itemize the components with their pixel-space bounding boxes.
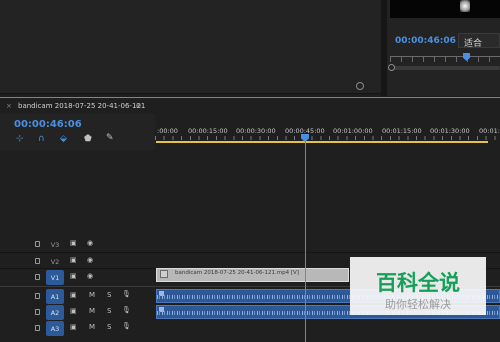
microphone-icon[interactable]: 🎙 xyxy=(122,322,131,330)
ruler-label: 00:00:45:00 xyxy=(285,127,325,135)
sync-lock-icon[interactable]: ▣ xyxy=(70,307,77,315)
microphone-icon[interactable]: 🎙 xyxy=(122,306,131,314)
track-v3: V3 ▣ ◉ xyxy=(0,236,155,253)
panel-menu-icon[interactable]: ≡ xyxy=(135,101,142,110)
sequence-timecode[interactable]: 00:00:46:06 xyxy=(14,119,82,130)
sync-lock-icon[interactable]: ▣ xyxy=(70,291,77,299)
mute-button[interactable]: M xyxy=(89,291,95,299)
ruler-label: 00:01:00:00 xyxy=(333,127,373,135)
sequence-tab[interactable]: bandicam 2018-07-25 20-41-06-121 xyxy=(18,102,145,110)
lock-icon[interactable] xyxy=(35,325,40,331)
program-zoom-scrollbar[interactable] xyxy=(390,66,500,70)
fit-dropdown-label: 适合 xyxy=(464,39,483,49)
eye-icon[interactable]: ◉ xyxy=(87,272,93,280)
linked-selection-icon[interactable]: ∩ xyxy=(38,134,45,144)
sync-lock-icon[interactable]: ▣ xyxy=(70,323,77,331)
video-clip-label: bandicam 2018-07-25 20-41-06-121.mp4 [V] xyxy=(175,270,299,276)
watermark-subtitle: 助你轻松解决 xyxy=(385,298,451,311)
fx-badge-icon xyxy=(160,270,168,278)
lock-icon[interactable] xyxy=(35,241,40,247)
wrench-icon[interactable]: ✎ xyxy=(106,133,114,143)
track-label[interactable]: V1 xyxy=(46,270,64,285)
track-label[interactable]: A2 xyxy=(46,305,64,320)
track-label[interactable]: V3 xyxy=(46,237,64,252)
program-ruler-ticks xyxy=(390,57,500,62)
track-label[interactable]: V2 xyxy=(46,254,64,269)
source-panel xyxy=(0,0,381,94)
solo-button[interactable]: S xyxy=(107,323,111,331)
snap-icon[interactable]: ⊹ xyxy=(16,134,24,144)
ruler-label: 00:01:30:00 xyxy=(430,127,470,135)
track-a1: A1 ▣ M S 🎙 xyxy=(0,288,155,304)
settings-icon[interactable] xyxy=(356,82,364,90)
solo-button[interactable]: S xyxy=(107,307,111,315)
eye-icon[interactable]: ◉ xyxy=(87,256,93,264)
lock-icon[interactable] xyxy=(35,274,40,280)
watermark-title: 百科全说 xyxy=(376,271,460,295)
program-timecode[interactable]: 00:00:46:06 xyxy=(395,36,456,46)
marker-icon[interactable]: ⬟ xyxy=(84,134,92,144)
sync-lock-icon[interactable]: ▣ xyxy=(70,272,77,280)
playhead-line[interactable] xyxy=(305,141,306,342)
track-label[interactable]: A1 xyxy=(46,289,64,304)
mute-button[interactable]: M xyxy=(89,323,95,331)
close-tab-icon[interactable]: × xyxy=(6,102,12,110)
sync-lock-icon[interactable]: ▣ xyxy=(70,256,77,264)
mute-button[interactable]: M xyxy=(89,307,95,315)
sync-lock-icon[interactable]: ▣ xyxy=(70,239,77,247)
track-label[interactable]: A3 xyxy=(46,321,64,336)
track-v2: V2 ▣ ◉ xyxy=(0,253,155,269)
ruler-label: 00:01:4 xyxy=(479,127,500,135)
ruler-label: 00:00:30:00 xyxy=(236,127,276,135)
eye-icon[interactable]: ◉ xyxy=(87,239,93,247)
add-marker-icon[interactable]: ⬙ xyxy=(60,134,67,144)
program-video-preview xyxy=(390,0,500,18)
ruler-ticks xyxy=(155,136,500,140)
program-zoom-handle[interactable] xyxy=(388,64,395,71)
track-a3: A3 ▣ M S 🎙 xyxy=(0,320,155,336)
ruler-label: 00:01:15:00 xyxy=(382,127,422,135)
track-v1: V1 ▣ ◉ xyxy=(0,269,155,286)
ruler-label: 00:00:15:00 xyxy=(188,127,228,135)
lock-icon[interactable] xyxy=(35,258,40,264)
lock-icon[interactable] xyxy=(35,293,40,299)
work-area-bar[interactable] xyxy=(156,141,488,143)
microphone-icon[interactable]: 🎙 xyxy=(122,290,131,298)
track-a2: A2 ▣ M S 🎙 xyxy=(0,304,155,320)
ruler-label: :00:00 xyxy=(157,127,178,135)
solo-button[interactable]: S xyxy=(107,291,111,299)
lock-icon[interactable] xyxy=(35,309,40,315)
